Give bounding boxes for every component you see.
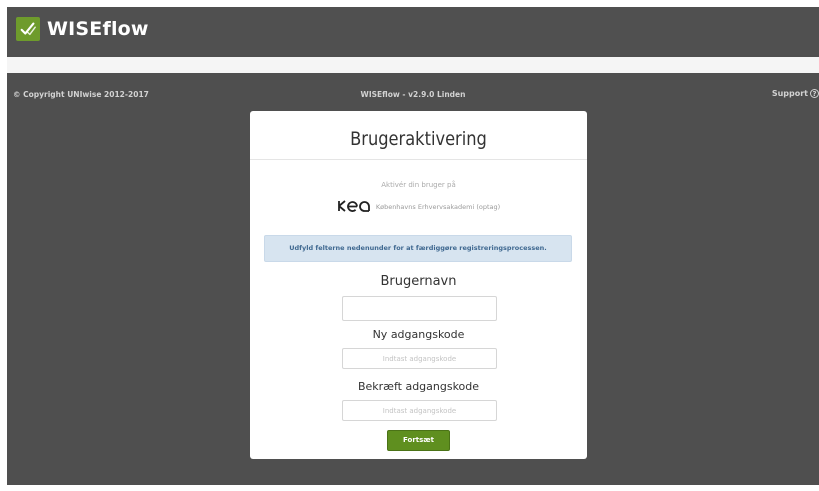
new-password-input[interactable] [342, 348, 497, 369]
support-link[interactable]: Support ? [772, 89, 819, 98]
username-label: Brugernavn [380, 274, 457, 289]
wiseflow-logo-icon [16, 17, 40, 41]
sub-header-strip [7, 57, 819, 73]
username-input[interactable] [342, 296, 497, 321]
activate-text: Aktivér din bruger på [381, 181, 456, 189]
version-text: WISEflow - v2.9.0 Linden [360, 90, 466, 99]
support-label: Support [771, 89, 808, 98]
brand-logo[interactable]: WISEflow [16, 17, 149, 41]
confirm-password-label: Bekræft adgangskode [357, 380, 480, 393]
top-bar: WISEflow [7, 7, 819, 55]
title-divider [250, 159, 587, 160]
help-circle-icon: ? [810, 89, 819, 98]
kea-logo [337, 200, 373, 214]
continue-button[interactable]: Fortsæt [387, 430, 450, 451]
confirm-password-input[interactable] [342, 400, 497, 421]
app-frame: WISEflow © Copyright UNIwise 2012-2017 W… [7, 7, 819, 485]
info-message: Udfyld felterne nedenunder for at færdig… [264, 235, 572, 262]
organization-name: Københavns Erhvervsakademi (optag) [375, 203, 501, 211]
organization-row: Københavns Erhvervsakademi (optag) [250, 200, 587, 214]
info-bar: © Copyright UNIwise 2012-2017 WISEflow -… [7, 79, 819, 111]
activation-card: Brugeraktivering Aktivér din bruger på K… [250, 111, 587, 459]
new-password-label: Ny adgangskode [372, 328, 465, 341]
brand-name: WISEflow [47, 18, 149, 40]
page-title: Brugeraktivering [350, 128, 487, 150]
